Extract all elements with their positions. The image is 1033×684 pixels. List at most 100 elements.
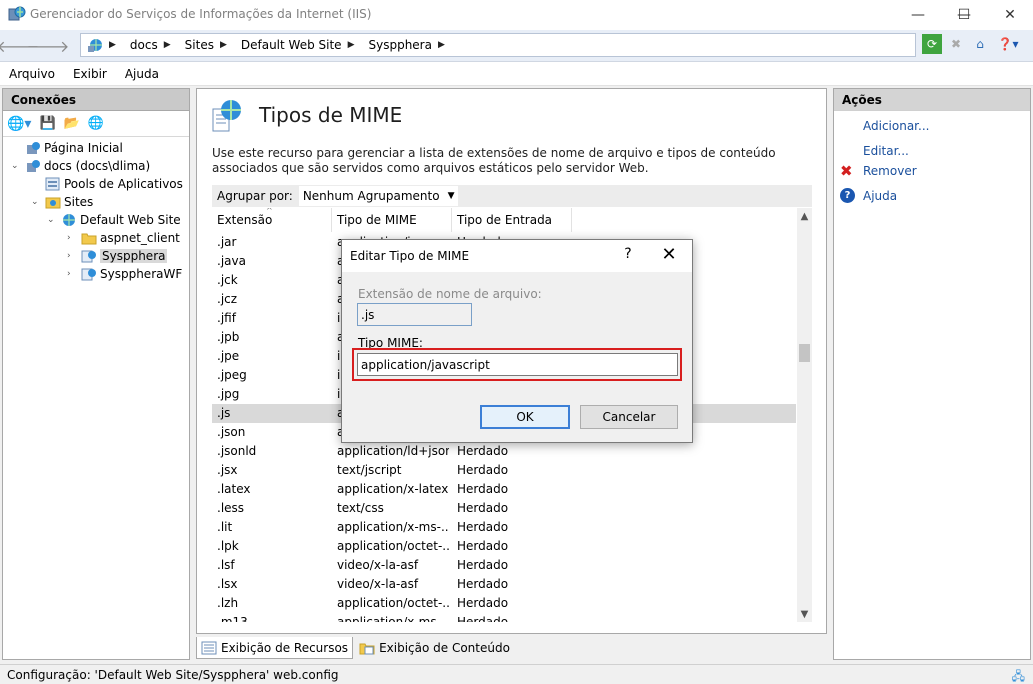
scroll-up-icon[interactable]: ▲ xyxy=(797,208,812,224)
scroll-thumb[interactable] xyxy=(799,344,810,362)
address-bar[interactable]: ▶ docs ▶ Sites ▶ Default Web Site ▶ Sysp… xyxy=(80,33,916,57)
breadcrumb-docs[interactable]: docs xyxy=(130,38,158,52)
actions-header: Ações xyxy=(834,89,1030,111)
cell-extension: .jpeg xyxy=(217,368,247,382)
status-server-icon: 🖧 xyxy=(1011,669,1025,683)
action-help[interactable]: Ajuda xyxy=(863,189,897,203)
cell-entry-type: Herdado xyxy=(457,596,509,610)
extension-value: .js xyxy=(361,307,375,322)
toolbar-icons: ⟳ ✖ ⌂ ❓▾ xyxy=(922,34,1022,58)
window-title: Gerenciador do Serviços de Informações d… xyxy=(30,7,372,21)
dialog-close-button[interactable]: ✕ xyxy=(658,245,680,267)
tree-label: Default Web Site xyxy=(80,213,181,227)
column-label: Tipo de MIME xyxy=(337,213,417,227)
table-header: Extensão ^ Tipo de MIME Tipo de Entrada xyxy=(212,208,796,232)
cell-extension: .lpk xyxy=(217,539,239,553)
group-by-select[interactable]: Nenhum Agrupamento ▼ xyxy=(298,186,459,206)
table-row[interactable]: .jsonld application/ld+json Herdado xyxy=(212,442,796,461)
connect-globe-icon[interactable]: 🌐▾ xyxy=(7,116,31,132)
extension-field: .js xyxy=(357,303,472,326)
tree-node-sites[interactable]: ⌄ Sites xyxy=(31,193,93,211)
table-row[interactable]: .less text/css Herdado xyxy=(212,499,796,518)
table-row[interactable]: .lzh application/octet-... Herdado xyxy=(212,594,796,613)
dialog-title-bar: Editar Tipo de MIME ? ✕ xyxy=(342,240,692,272)
tree-label: SysppheraWF xyxy=(100,267,183,281)
cell-extension: .json xyxy=(217,425,246,439)
features-view-icon xyxy=(201,641,217,654)
vertical-scrollbar[interactable]: ▲ ▼ xyxy=(797,208,812,622)
menu-arquivo[interactable]: Arquivo xyxy=(9,67,55,81)
mime-type-input[interactable]: application/javascript xyxy=(357,353,678,376)
cell-extension: .js xyxy=(217,406,231,420)
column-label: Tipo de Entrada xyxy=(457,213,553,227)
minimize-button-2[interactable]: — xyxy=(895,0,941,30)
table-row[interactable]: .lpk application/octet-... Herdado xyxy=(212,537,796,556)
cell-mime-type: application/ld+json xyxy=(337,444,449,458)
action-add[interactable]: Adicionar... xyxy=(863,119,929,133)
tree-node-sysppherawf[interactable]: › SysppheraWF xyxy=(67,265,182,283)
column-extension[interactable]: Extensão ^ xyxy=(212,208,332,232)
sites-folder-icon xyxy=(45,197,61,209)
table-row[interactable]: .lit application/x-ms-... Herdado xyxy=(212,518,796,537)
edit-mime-type-dialog: Editar Tipo de MIME ? ✕ Extensão de nome… xyxy=(341,239,693,443)
column-entry-type[interactable]: Tipo de Entrada xyxy=(452,208,572,232)
table-row[interactable]: .jsx text/jscript Herdado xyxy=(212,461,796,480)
tree-label: docs (docs\dlima) xyxy=(44,159,151,173)
cell-entry-type: Herdado xyxy=(457,482,509,496)
menu-ajuda[interactable]: Ajuda xyxy=(125,67,159,81)
page-title: Tipos de MIME xyxy=(259,103,403,127)
tab-content-view[interactable]: Exibição de Conteúdo xyxy=(355,637,514,659)
page-description: Use este recurso para gerenciar a lista … xyxy=(212,146,776,175)
dialog-help-button[interactable]: ? xyxy=(618,246,638,266)
tree-node-aspnet-client[interactable]: › aspnet_client xyxy=(67,229,180,247)
forward-button[interactable]: 🡒 xyxy=(27,34,70,58)
content-view-icon xyxy=(359,643,375,655)
scroll-down-icon[interactable]: ▼ xyxy=(797,606,812,622)
breadcrumb-syspphera[interactable]: Syspphera xyxy=(368,38,431,52)
remove-x-icon: ✖ xyxy=(840,162,853,180)
breadcrumb-label: docs xyxy=(129,38,158,52)
action-remove[interactable]: Remover xyxy=(863,164,917,178)
tab-features-view[interactable]: Exibição de Recursos xyxy=(196,637,354,659)
tree-node-app-pools[interactable]: Pools de Aplicativos xyxy=(31,175,183,193)
maximize-button[interactable]: ☐ xyxy=(941,0,987,30)
cell-extension: .jpe xyxy=(217,349,240,363)
menu-exibir[interactable]: Exibir xyxy=(73,67,107,81)
stop-icon[interactable]: ✖ xyxy=(946,34,966,54)
cell-extension: .m13 xyxy=(217,615,248,622)
breadcrumb-label: Default Web Site xyxy=(240,38,342,52)
tree-node-docs[interactable]: ⌄ docs (docs\dlima) xyxy=(11,157,150,175)
help-dropdown-icon[interactable]: ❓▾ xyxy=(994,34,1022,54)
up-folder-icon[interactable]: 📂 xyxy=(64,116,80,131)
address-toolbar: 🡐 🡒 ▶ docs ▶ Sites ▶ Default Web Site ▶ … xyxy=(0,30,1033,62)
cell-mime-type: application/octet-... xyxy=(337,539,449,553)
home-icon[interactable]: ⌂ xyxy=(970,34,990,54)
save-icon[interactable]: 💾 xyxy=(39,116,55,131)
close-window-button[interactable]: ✕ xyxy=(987,0,1033,30)
breadcrumb-default-web-site[interactable]: Default Web Site xyxy=(241,38,342,52)
dialog-title: Editar Tipo de MIME xyxy=(350,249,470,263)
tree-node-home[interactable]: Página Inicial xyxy=(11,139,123,157)
tree-node-syspphera[interactable]: › Syspphera xyxy=(67,247,168,265)
action-edit[interactable]: Editar... xyxy=(863,144,909,158)
cancel-button[interactable]: Cancelar xyxy=(580,405,678,429)
tree-label: Syspphera xyxy=(100,249,168,263)
group-by-label: Agrupar por: xyxy=(217,189,293,203)
cell-extension: .jsonld xyxy=(217,444,257,458)
cell-entry-type: Herdado xyxy=(457,539,509,553)
refresh-icon[interactable]: ⟳ xyxy=(922,34,942,54)
table-row[interactable]: .lsf video/x-la-asf Herdado xyxy=(212,556,796,575)
tree-node-default-web-site[interactable]: ⌄ Default Web Site xyxy=(47,211,181,229)
column-mime-type[interactable]: Tipo de MIME xyxy=(332,208,452,232)
extension-label: Extensão de nome de arquivo: xyxy=(358,287,542,301)
breadcrumb-sites[interactable]: Sites xyxy=(185,38,214,52)
table-row[interactable]: .latex application/x-latex Herdado xyxy=(212,480,796,499)
ok-button[interactable]: OK xyxy=(480,405,570,429)
table-row[interactable]: .lsx video/x-la-asf Herdado xyxy=(212,575,796,594)
disconnect-icon[interactable]: 🌐 xyxy=(88,116,104,131)
mime-types-icon xyxy=(212,100,241,132)
cell-extension: .jar xyxy=(217,235,237,249)
table-row[interactable]: .m13 application/x-ms... Herdado xyxy=(212,613,796,622)
cell-extension: .jpb xyxy=(217,330,240,344)
cell-mime-type: text/jscript xyxy=(337,463,402,477)
